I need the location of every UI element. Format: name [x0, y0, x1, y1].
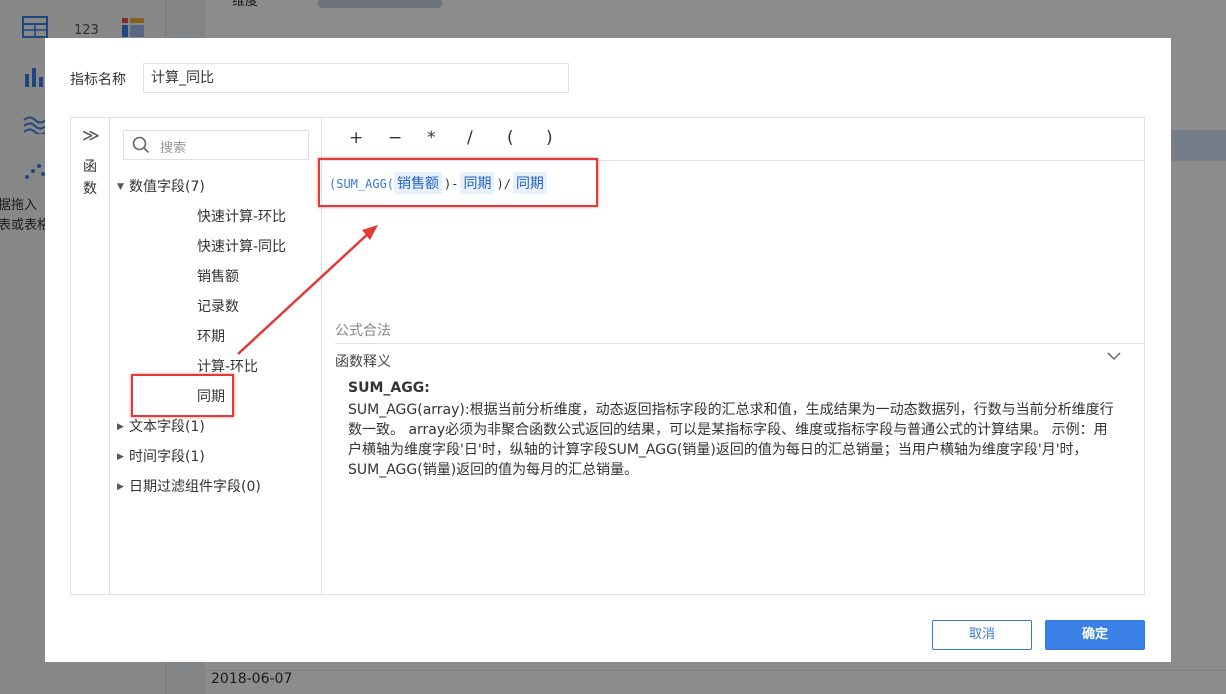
multiply-operator-button[interactable]: *	[427, 128, 436, 148]
tree-item[interactable]: 记录数	[197, 296, 239, 316]
field-search-input[interactable]: 搜索	[123, 130, 309, 160]
function-tab-label[interactable]: 函数	[81, 156, 99, 200]
function-side-tab[interactable]: ≫ 函数	[71, 118, 110, 594]
metric-name-input[interactable]: 计算_同比	[143, 63, 569, 93]
expand-chevron-icon[interactable]: ≫	[82, 126, 100, 146]
divide-operator-button[interactable]: /	[467, 128, 473, 148]
tree-item[interactable]: 快速计算-环比	[197, 206, 286, 226]
caret-down-icon[interactable]: ▼	[117, 182, 129, 192]
function-explanation-header[interactable]: 函数释义	[335, 351, 391, 371]
caret-right-icon[interactable]: ▶	[117, 482, 129, 492]
tree-group-label: 数值字段(7)	[129, 179, 205, 195]
tree-item[interactable]: 快速计算-同比	[197, 236, 286, 256]
search-icon	[132, 136, 150, 154]
operator-toolbar: + − * / ( )	[321, 118, 1144, 161]
confirm-button[interactable]: 确定	[1045, 620, 1145, 650]
caret-right-icon[interactable]: ▶	[117, 452, 129, 462]
tree-group-numeric[interactable]: ▼ 数值字段(7)	[117, 176, 205, 196]
chevron-down-icon[interactable]	[1106, 348, 1122, 364]
tree-group-date-filter[interactable]: ▶ 日期过滤组件字段(0)	[117, 476, 261, 496]
formula-panel: ≫ 函数 搜索 ▼ 数值字段(7) 快速计算-环比 快速计算-同比 销售额 记录数…	[70, 117, 1145, 595]
tree-group-label: 文本字段(1)	[129, 419, 205, 435]
tree-group-time[interactable]: ▶ 时间字段(1)	[117, 446, 205, 466]
left-paren-button[interactable]: (	[507, 128, 514, 148]
plus-operator-button[interactable]: +	[349, 128, 363, 148]
cancel-button[interactable]: 取消	[932, 620, 1032, 650]
tree-group-label: 日期过滤组件字段(0)	[129, 479, 261, 495]
field-highlight-box	[131, 374, 234, 417]
formula-valid-status: 公式合法	[335, 323, 391, 339]
divider	[335, 343, 1144, 344]
tree-item[interactable]: 环期	[197, 326, 225, 346]
tree-item[interactable]: 计算-环比	[197, 356, 258, 376]
caret-right-icon[interactable]: ▶	[117, 422, 129, 432]
function-description: SUM_AGG(array):根据当前分析维度，动态返回指标字段的汇总求和值，生…	[348, 402, 1114, 478]
metric-name-label: 指标名称	[70, 72, 126, 88]
minus-operator-button[interactable]: −	[388, 128, 402, 148]
calc-metric-dialog: 指标名称 计算_同比 ≫ 函数 搜索 ▼ 数值字段(7) 快速计算-环比 快速计算…	[45, 38, 1171, 662]
tree-group-text[interactable]: ▶ 文本字段(1)	[117, 416, 205, 436]
formula-highlight-box	[318, 158, 598, 207]
tree-item[interactable]: 销售额	[197, 266, 239, 286]
function-name: SUM_AGG:	[348, 380, 430, 396]
field-tree: 搜索 ▼ 数值字段(7) 快速计算-环比 快速计算-同比 销售额 记录数 环期 计…	[109, 118, 322, 594]
right-paren-button[interactable]: )	[546, 128, 553, 148]
search-placeholder: 搜索	[160, 141, 187, 156]
tree-group-label: 时间字段(1)	[129, 449, 205, 465]
